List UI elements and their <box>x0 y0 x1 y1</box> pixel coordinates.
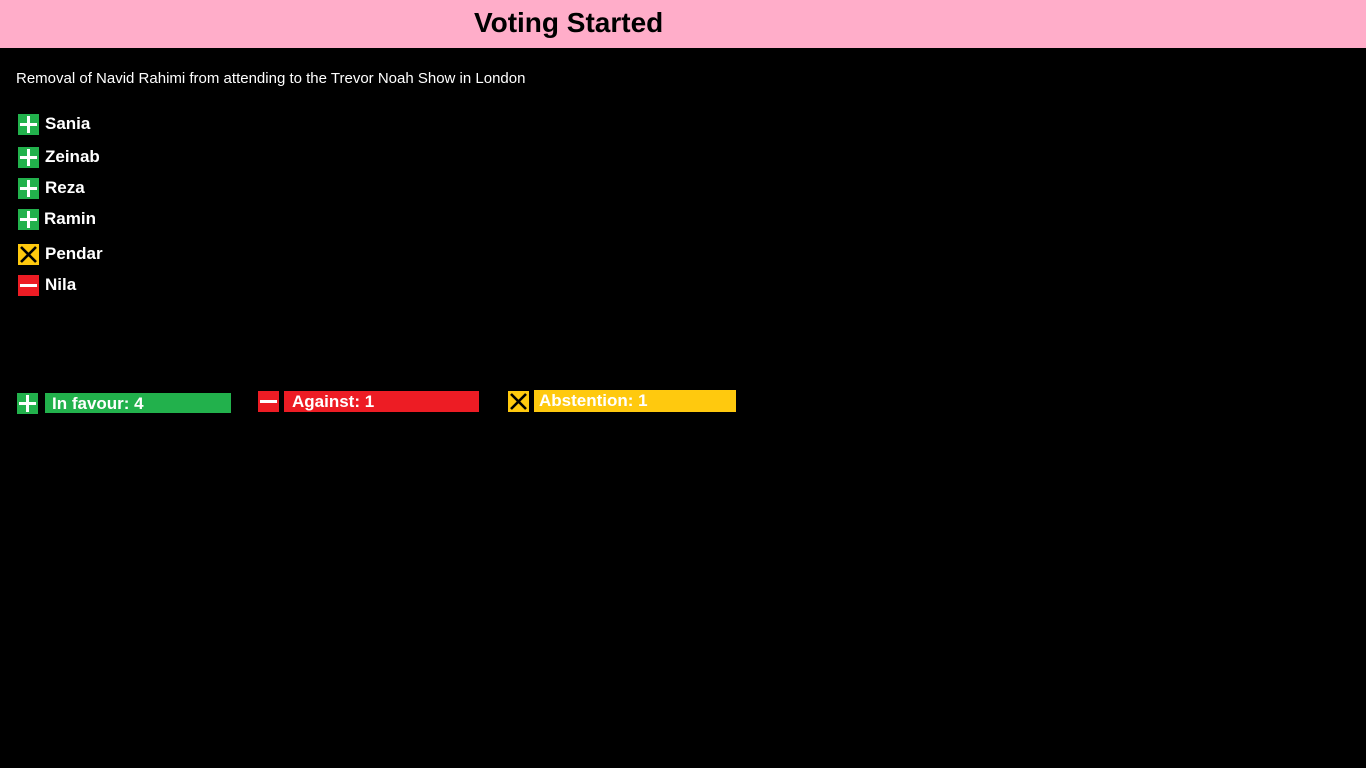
voter-name: Reza <box>45 178 85 197</box>
plus-icon <box>18 177 39 199</box>
against-tally: Against: 1 <box>284 391 479 412</box>
voter-name: Zeinab <box>45 147 100 166</box>
voter-row: Pendar <box>18 243 103 265</box>
voter-name: Sania <box>45 114 91 133</box>
header-bar: Voting Started <box>0 0 1366 48</box>
voter-name: Pendar <box>45 244 103 263</box>
voter-name: Ramin <box>44 209 96 228</box>
voter-row: Nila <box>18 274 76 296</box>
in-favour-tally: In favour: 4 <box>45 393 231 413</box>
voter-row: Ramin <box>18 208 96 230</box>
cross-icon <box>18 243 39 265</box>
cross-icon <box>508 391 529 412</box>
abstention-tally: Abstention: 1 <box>534 390 736 412</box>
plus-icon <box>18 146 39 168</box>
plus-icon <box>18 208 39 230</box>
voter-row: Zeinab <box>18 146 100 168</box>
voter-row: Reza <box>18 177 85 199</box>
motion-text: Removal of Navid Rahimi from attending t… <box>16 70 526 87</box>
page-title: Voting Started <box>474 7 664 38</box>
plus-icon <box>18 113 39 135</box>
in-favour-label: In favour: 4 <box>52 394 144 413</box>
against-label: Against: 1 <box>292 392 375 411</box>
voter-name: Nila <box>45 275 77 294</box>
minus-icon <box>258 391 279 412</box>
minus-icon <box>18 274 39 296</box>
abstention-label: Abstention: 1 <box>539 391 648 410</box>
plus-icon <box>17 393 38 414</box>
voter-row: Sania <box>18 113 90 135</box>
